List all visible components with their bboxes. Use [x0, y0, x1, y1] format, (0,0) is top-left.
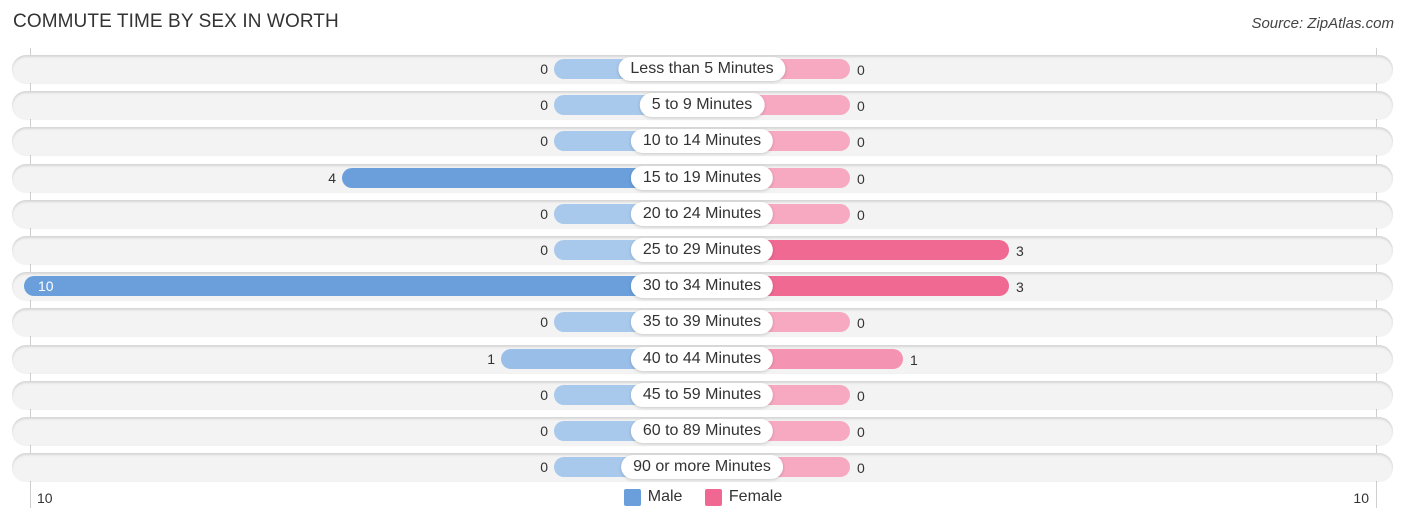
male-value-label: 0	[540, 205, 548, 222]
male-value-label: 0	[540, 133, 548, 150]
legend-swatch-female	[704, 488, 722, 506]
female-value-label: 0	[857, 170, 865, 187]
male-value-label: 0	[540, 61, 548, 77]
male-value-label: 0	[540, 314, 548, 331]
category-label: 20 to 24 Minutes	[630, 201, 774, 226]
male-value-label: 1	[487, 350, 495, 367]
category-label: 40 to 44 Minutes	[630, 346, 774, 371]
legend: Male Female	[0, 488, 1406, 511]
male-value-label: 0	[540, 242, 548, 258]
male-value-label: 4	[328, 169, 336, 186]
female-value-label: 1	[910, 351, 918, 368]
category-label: Less than 5 Minutes	[618, 57, 786, 81]
legend-item-female: Female	[704, 488, 783, 506]
source-credit: Source: ZipAtlas.com	[1251, 15, 1394, 32]
female-value-label: 0	[857, 387, 865, 404]
legend-label-male: Male	[647, 488, 683, 505]
legend-item-male: Male	[623, 488, 683, 506]
female-value-label: 0	[857, 206, 865, 223]
male-value-label: 10	[38, 278, 54, 295]
legend-label-female: Female	[728, 488, 783, 505]
category-label: 10 to 14 Minutes	[630, 129, 774, 154]
male-bar	[24, 276, 702, 297]
female-value-label: 3	[1016, 243, 1024, 259]
category-label: 90 or more Minutes	[621, 455, 783, 480]
category-label: 25 to 29 Minutes	[630, 238, 774, 262]
female-value-label: 0	[857, 424, 865, 440]
female-value-label: 0	[857, 62, 865, 78]
category-label: 45 to 59 Minutes	[630, 382, 774, 407]
female-value-label: 0	[857, 315, 865, 332]
legend-swatch-male	[623, 488, 641, 506]
male-value-label: 0	[540, 423, 548, 439]
category-label: 60 to 89 Minutes	[630, 419, 774, 443]
category-label: 15 to 19 Minutes	[630, 165, 774, 190]
male-value-label: 0	[540, 386, 548, 403]
chart-title: COMMUTE TIME BY SEX IN WORTH	[13, 11, 339, 32]
female-value-label: 0	[857, 98, 865, 115]
category-label: 30 to 34 Minutes	[630, 274, 774, 299]
category-label: 5 to 9 Minutes	[639, 93, 765, 118]
male-value-label: 0	[540, 97, 548, 114]
female-value-label: 0	[857, 134, 865, 151]
female-value-label: 3	[1016, 279, 1024, 296]
female-value-label: 0	[857, 460, 865, 477]
male-value-label: 0	[540, 459, 548, 476]
category-label: 35 to 39 Minutes	[630, 310, 774, 335]
